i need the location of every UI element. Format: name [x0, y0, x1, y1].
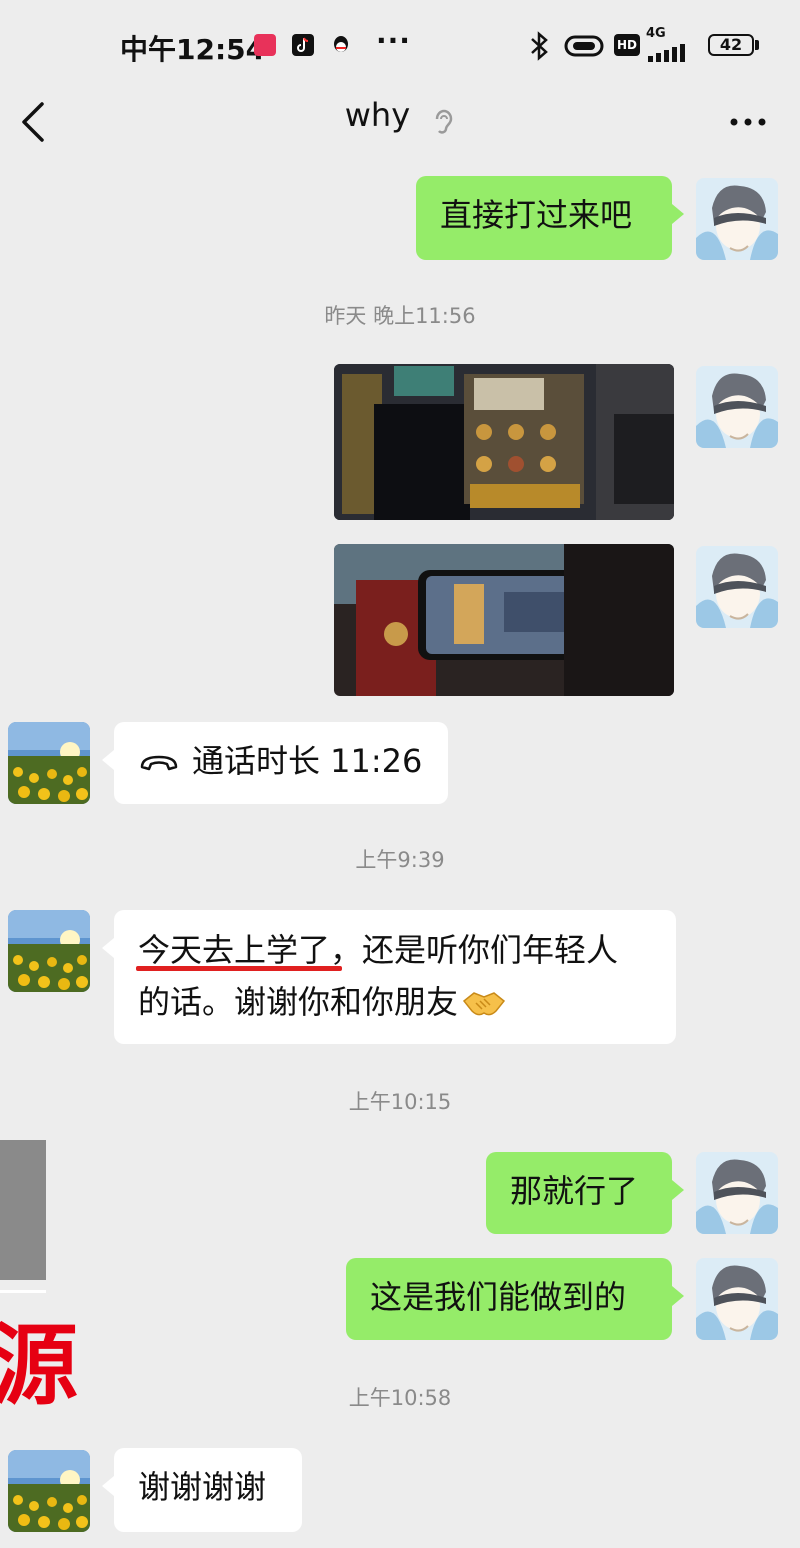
my-avatar[interactable] [696, 178, 778, 260]
hotspot-link-icon [564, 35, 604, 57]
my-avatar[interactable] [696, 1258, 778, 1340]
message-text: 那就行了 [510, 1172, 639, 1210]
image-message[interactable] [334, 544, 674, 696]
contact-message-bubble[interactable]: 谢谢谢谢 [102, 1448, 302, 1532]
overlay-red-character: 源 [0, 1314, 79, 1417]
hd-badge: HD [614, 34, 640, 56]
underlined-text: 今天去上学了 [138, 931, 331, 969]
battery-tip [755, 40, 759, 50]
my-avatar[interactable] [696, 1152, 778, 1234]
message-text: ，还是听你们年轻人 [330, 931, 619, 969]
contact-avatar[interactable] [8, 910, 90, 992]
my-message-bubble[interactable]: 直接打过来吧 [416, 176, 684, 260]
more-icon[interactable] [726, 102, 770, 142]
my-avatar[interactable] [696, 546, 778, 628]
bluetooth-icon [531, 31, 548, 61]
contact-avatar[interactable] [8, 1450, 90, 1532]
message-text: 这是我们能做到的 [370, 1278, 627, 1316]
contact-message-bubble[interactable]: 今天去上学了，还是听你们年轻人 的话。谢谢你和你朋友 [102, 910, 676, 1044]
timestamp: 上午10:15 [348, 1090, 452, 1114]
title-wrap: why [0, 96, 800, 137]
red-underline-annotation [136, 966, 342, 971]
tiktok-icon [292, 34, 314, 56]
chat-title: why [344, 96, 411, 134]
timestamp: 上午9:39 [355, 848, 445, 872]
overlay-gray-panel [0, 1140, 46, 1280]
message-text: 直接打过来吧 [440, 196, 633, 234]
battery-icon: 42 [708, 34, 754, 56]
status-time: 中午12:54 [120, 33, 266, 66]
network-type: 4G [646, 26, 666, 41]
status-bar: 中午12:54 ··· HD 4G 42 [0, 0, 800, 92]
ear-icon [435, 109, 453, 134]
handshake-emoji [462, 992, 506, 1016]
app-notification-icon [254, 34, 276, 56]
signal-icon [648, 44, 685, 62]
phone-icon [140, 755, 178, 771]
chat-header: why [0, 92, 800, 156]
qq-icon [330, 34, 352, 56]
my-message-bubble[interactable]: 那就行了 [486, 1152, 684, 1234]
message-line-2: 的话。谢谢你和你朋友 [138, 976, 652, 1028]
message-text: 的话。谢谢你和你朋友 [138, 983, 459, 1021]
my-message-bubble[interactable]: 这是我们能做到的 [346, 1258, 684, 1340]
timestamp: 上午10:58 [348, 1386, 452, 1410]
image-message[interactable] [334, 364, 674, 520]
my-avatar[interactable] [696, 366, 778, 448]
call-record-bubble[interactable]: 通话时长 11:26 [102, 722, 448, 804]
message-text: 谢谢谢谢 [138, 1468, 267, 1506]
more-notifications: ··· [376, 24, 411, 57]
contact-avatar[interactable] [8, 722, 90, 804]
overlay-divider [0, 1290, 46, 1293]
timestamp: 昨天 晚上11:56 [324, 304, 476, 328]
call-duration: 通话时长 11:26 [192, 742, 423, 780]
